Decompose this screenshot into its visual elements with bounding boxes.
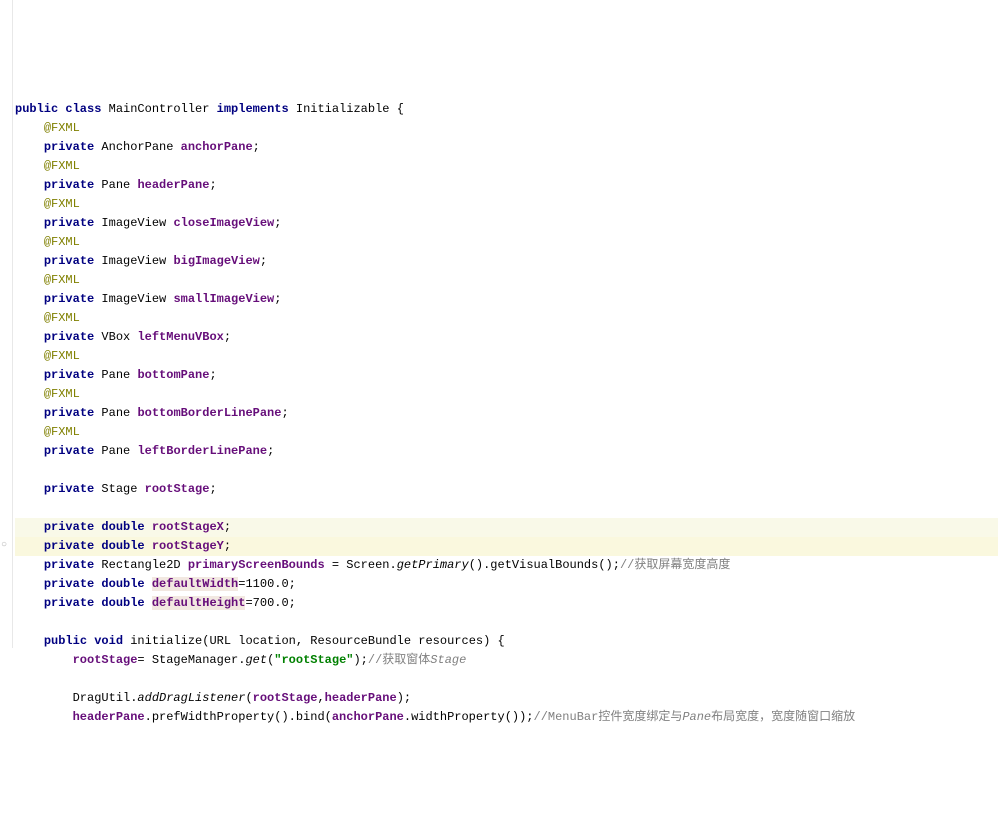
code-line: public void initialize(URL location, Res… (15, 632, 998, 651)
code-line (15, 670, 998, 689)
code-line: @FXML (15, 271, 998, 290)
code-line: DragUtil.addDragListener(rootStage,heade… (15, 689, 998, 708)
code-line: private Stage rootStage; (15, 480, 998, 499)
code-line: @FXML (15, 385, 998, 404)
editor-gutter: ○ (0, 0, 13, 648)
code-editor[interactable]: public class MainController implements I… (15, 100, 998, 727)
code-line: headerPane.prefWidthProperty().bind(anch… (15, 708, 998, 727)
code-line: private ImageView bigImageView; (15, 252, 998, 271)
code-line: private double defaultWidth=1100.0; (15, 575, 998, 594)
code-line: public class MainController implements I… (15, 100, 998, 119)
code-line: @FXML (15, 157, 998, 176)
code-line: @FXML (15, 233, 998, 252)
code-line: private Pane headerPane; (15, 176, 998, 195)
code-line: private double rootStageX; (15, 518, 998, 537)
code-line: private ImageView closeImageView; (15, 214, 998, 233)
code-line (15, 461, 998, 480)
override-gutter-icon[interactable]: ○ (1, 536, 7, 555)
code-line: private double rootStageY; (15, 537, 998, 556)
code-line: @FXML (15, 347, 998, 366)
code-line: private double defaultHeight=700.0; (15, 594, 998, 613)
code-line: private Pane bottomPane; (15, 366, 998, 385)
code-line: private AnchorPane anchorPane; (15, 138, 998, 157)
code-line (15, 613, 998, 632)
code-line: private Pane bottomBorderLinePane; (15, 404, 998, 423)
code-line: private ImageView smallImageView; (15, 290, 998, 309)
code-line: private VBox leftMenuVBox; (15, 328, 998, 347)
code-line: @FXML (15, 119, 998, 138)
code-line (15, 499, 998, 518)
code-line: private Rectangle2D primaryScreenBounds … (15, 556, 998, 575)
code-line: rootStage= StageManager.get("rootStage")… (15, 651, 998, 670)
code-line: @FXML (15, 309, 998, 328)
code-line: @FXML (15, 423, 998, 442)
code-line: @FXML (15, 195, 998, 214)
code-line: private Pane leftBorderLinePane; (15, 442, 998, 461)
